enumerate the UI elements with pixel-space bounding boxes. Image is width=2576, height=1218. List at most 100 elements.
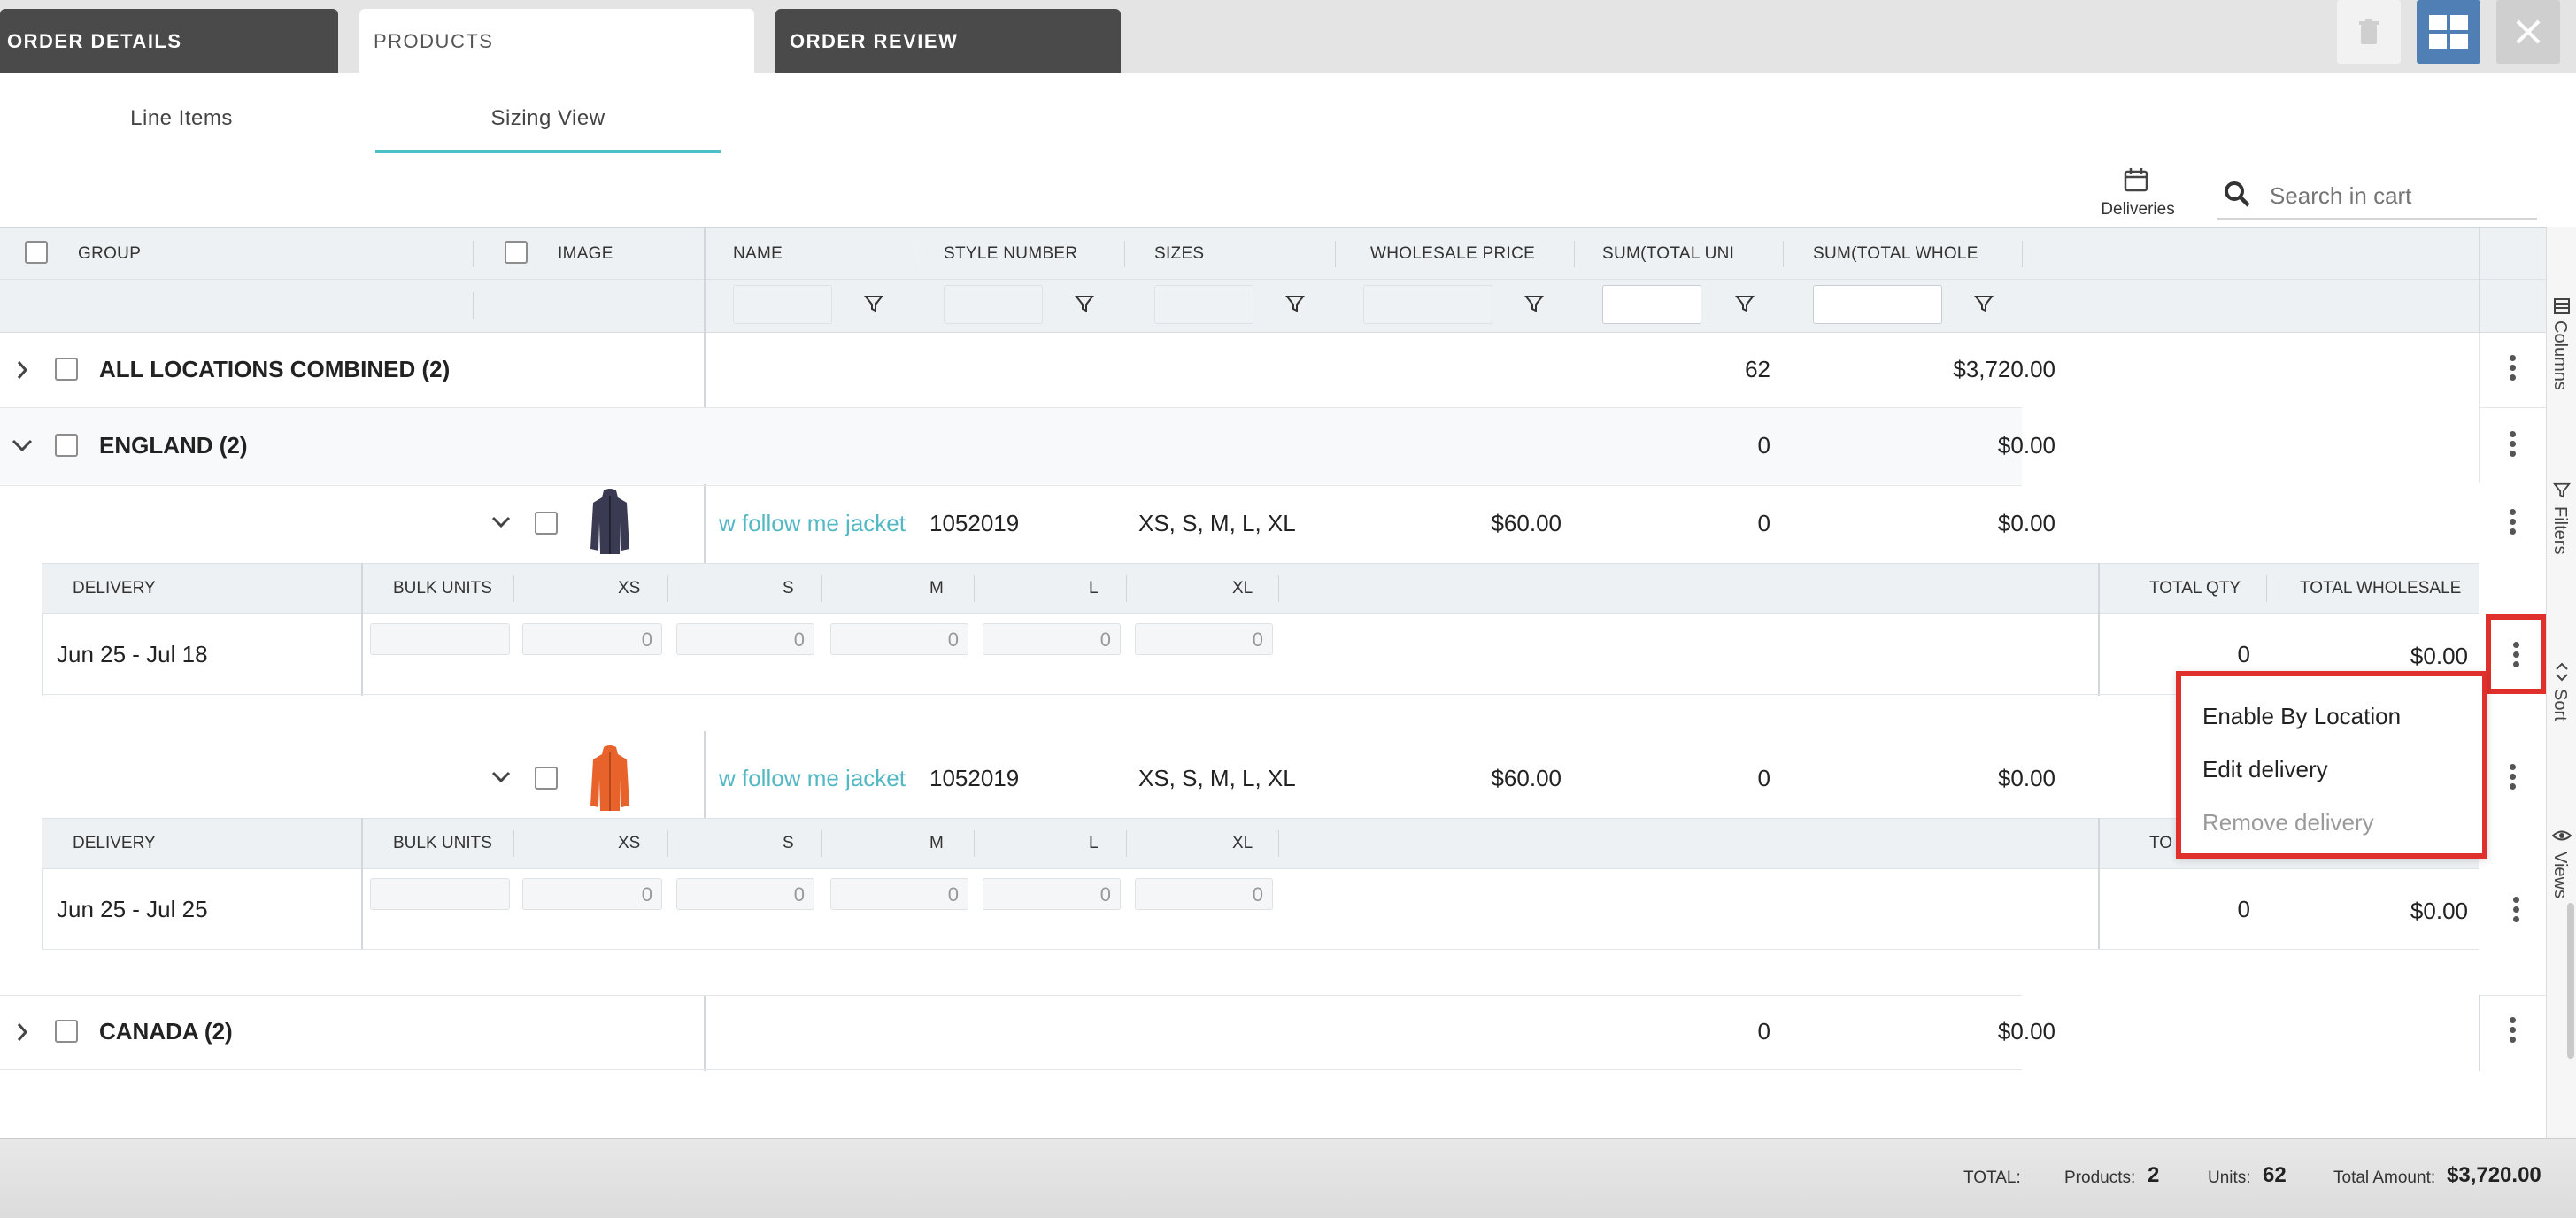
column-header-sum-total-units[interactable]: SUM(TOTAL UNI (1602, 244, 1735, 264)
group-checkbox[interactable] (55, 358, 78, 381)
side-tab-views[interactable]: Views (2549, 852, 2570, 898)
product-wholesale-price: $60.00 (1491, 510, 1562, 536)
chevron-right-icon[interactable] (14, 1021, 30, 1043)
subcol-xl: XL (1232, 579, 1253, 597)
product-image-orange-jacket[interactable] (588, 744, 632, 813)
bulk-units-input[interactable] (370, 878, 510, 910)
size-input-l[interactable]: 0 (983, 878, 1121, 910)
product-checkbox[interactable] (535, 512, 558, 535)
group-units: 0 (1757, 1018, 1770, 1045)
group-units: 62 (1745, 356, 1770, 382)
column-header-name[interactable]: NAME (733, 244, 783, 264)
filter-input-style-number[interactable] (944, 285, 1043, 324)
size-input-s[interactable]: 0 (676, 623, 814, 655)
size-input-m[interactable]: 0 (830, 623, 968, 655)
delivery-total-wholesale: $0.00 (2410, 643, 2468, 669)
grid-filter-row (0, 280, 2546, 333)
filter-icon[interactable] (1974, 294, 1994, 313)
delivery-date-range: Jun 25 - Jul 25 (57, 896, 208, 922)
filter-input-sizes[interactable] (1154, 285, 1253, 324)
size-input-xs[interactable]: 0 (522, 623, 662, 655)
column-header-sum-total-wholesale[interactable]: SUM(TOTAL WHOLE (1813, 244, 1978, 264)
row-menu-button[interactable] (2502, 428, 2523, 464)
product-image-navy-jacket[interactable] (588, 487, 632, 556)
deliveries-button[interactable]: Deliveries (2089, 200, 2187, 220)
group-checkbox[interactable] (55, 1020, 78, 1043)
size-input-xl[interactable]: 0 (1135, 878, 1273, 910)
column-header-sizes[interactable]: SIZES (1154, 244, 1204, 264)
product-units: 0 (1757, 765, 1770, 791)
column-separator (974, 575, 975, 602)
delete-cart-button[interactable] (2337, 0, 2401, 64)
grid-view-button[interactable] (2417, 0, 2480, 64)
product-wholesale-price: $60.00 (1491, 765, 1562, 791)
group-label: CANADA (2) (99, 1018, 233, 1045)
product-style-number: 1052019 (929, 510, 1020, 536)
menu-item-edit-delivery[interactable]: Edit delivery (2202, 756, 2328, 783)
column-header-wholesale-price[interactable]: WHOLESALE PRICE (1370, 244, 1535, 264)
column-separator (1783, 241, 1784, 267)
size-input-xs[interactable]: 0 (522, 878, 662, 910)
search-input[interactable] (2270, 177, 2535, 214)
filter-input-sum-total-units[interactable] (1602, 285, 1701, 324)
tab-order-review[interactable]: ORDER REVIEW (775, 9, 1121, 73)
select-all-checkbox[interactable] (25, 241, 48, 264)
chevron-right-icon[interactable] (14, 359, 30, 381)
group-label: ENGLAND (2) (99, 432, 248, 459)
row-divider (0, 485, 2022, 486)
row-menu-button[interactable] (2502, 761, 2523, 797)
size-input-m[interactable]: 0 (830, 878, 968, 910)
column-separator (821, 830, 822, 857)
menu-item-remove-delivery: Remove delivery (2202, 809, 2374, 836)
select-image-checkbox[interactable] (505, 241, 528, 264)
footer-products-value: 2 (2148, 1163, 2160, 1187)
product-name-link[interactable]: w follow me jacket (719, 510, 906, 537)
column-header-group[interactable]: GROUP (78, 244, 141, 264)
product-name-link[interactable]: w follow me jacket (719, 765, 906, 792)
row-menu-button[interactable] (2502, 506, 2523, 542)
chevron-down-icon[interactable] (490, 515, 512, 529)
row-menu-button[interactable] (2502, 352, 2523, 388)
column-separator (1335, 241, 1336, 267)
side-tab-filters[interactable]: Filters (2549, 506, 2570, 554)
bulk-units-input[interactable] (370, 623, 510, 655)
size-input-s[interactable]: 0 (676, 878, 814, 910)
delivery-menu-button[interactable] (2505, 894, 2526, 929)
chevron-down-icon[interactable] (490, 770, 512, 784)
filter-icon[interactable] (1285, 294, 1305, 313)
side-tab-columns[interactable]: Columns (2549, 320, 2570, 390)
subtab-sizing-view[interactable]: Sizing View (375, 106, 721, 131)
chevron-down-icon[interactable] (11, 437, 34, 453)
row-menu-button[interactable] (2502, 1014, 2523, 1050)
filter-icon[interactable] (864, 294, 883, 313)
tab-products[interactable]: PRODUCTS (359, 9, 754, 73)
subtable-divider (2098, 818, 2100, 949)
column-separator (2479, 995, 2480, 1071)
subtable-border (42, 869, 43, 949)
close-button[interactable] (2496, 0, 2560, 64)
filter-input-wholesale-price[interactable] (1363, 285, 1492, 324)
tab-order-details[interactable]: ORDER DETAILS (0, 9, 338, 73)
side-tab-sort[interactable]: Sort (2549, 689, 2570, 721)
delivery-context-menu: Enable By Location Edit delivery Remove … (2176, 671, 2487, 859)
group-checkbox[interactable] (55, 434, 78, 457)
filter-icon[interactable] (1735, 294, 1755, 313)
size-input-l[interactable]: 0 (983, 623, 1121, 655)
product-checkbox[interactable] (535, 767, 558, 790)
filter-input-name[interactable] (733, 285, 832, 324)
filter-icon (2552, 482, 2572, 504)
eye-icon (2551, 827, 2572, 849)
filter-icon[interactable] (1524, 294, 1544, 313)
size-input-xl[interactable]: 0 (1135, 623, 1273, 655)
group-wholesale: $0.00 (1997, 432, 2055, 459)
search-underline (2217, 218, 2537, 220)
filter-input-sum-total-wholesale[interactable] (1813, 285, 1942, 324)
vertical-scrollbar[interactable] (2567, 903, 2574, 1059)
product-sizes: XS, S, M, L, XL (1138, 765, 1296, 791)
subcol-xl: XL (1232, 834, 1253, 852)
subtab-line-items[interactable]: Line Items (89, 106, 274, 131)
column-header-style-number[interactable]: STYLE NUMBER (944, 244, 1077, 264)
filter-icon[interactable] (1075, 294, 1094, 313)
menu-item-enable-by-location[interactable]: Enable By Location (2202, 703, 2401, 730)
column-header-image[interactable]: IMAGE (558, 244, 613, 264)
